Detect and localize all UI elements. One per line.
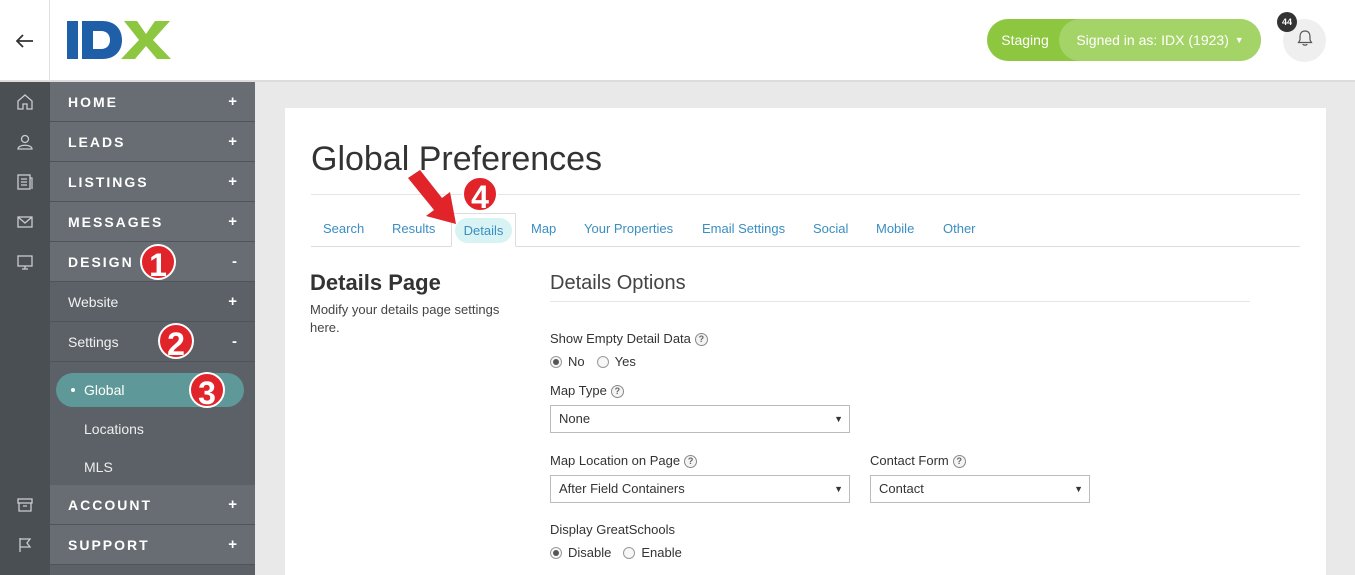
- nav-item-locations[interactable]: Locations: [84, 421, 144, 437]
- nav-item-label: HOME: [68, 94, 118, 110]
- map-type-select[interactable]: None ▼: [550, 405, 850, 433]
- sidebar-nav: HOME + LEADS + LISTINGS + MESSAGES + DES…: [50, 82, 255, 575]
- expand-icon: +: [228, 496, 237, 513]
- show-empty-radio-group: No Yes: [550, 354, 636, 369]
- help-icon[interactable]: ?: [684, 455, 698, 468]
- help-icon[interactable]: ?: [952, 455, 966, 468]
- expand-icon: +: [228, 133, 237, 150]
- radio-label: No: [568, 354, 585, 369]
- nav-item-website[interactable]: Website +: [50, 282, 255, 322]
- mail-icon[interactable]: [15, 212, 35, 232]
- icon-rail: [0, 82, 50, 575]
- caret-down-icon: ▼: [834, 484, 843, 494]
- notification-count-badge: 44: [1277, 12, 1297, 32]
- flag-icon[interactable]: [15, 535, 35, 555]
- map-type-label: Map Type?: [550, 383, 624, 398]
- tab-other[interactable]: Other: [943, 221, 976, 236]
- radio-yes[interactable]: [596, 355, 609, 368]
- bell-icon: [1296, 29, 1313, 52]
- nav-item-home[interactable]: HOME +: [50, 82, 255, 122]
- nav-item-label: LISTINGS: [68, 174, 149, 190]
- tab-search[interactable]: Search: [323, 221, 364, 236]
- staging-button[interactable]: Staging: [987, 19, 1063, 61]
- nav-item-label: DESIGN: [68, 254, 134, 270]
- radio-label: Yes: [614, 354, 636, 369]
- divider: [550, 301, 1250, 302]
- nav-item-label: Settings: [68, 334, 119, 350]
- radio-no[interactable]: [550, 355, 562, 368]
- caret-down-icon: ▼: [834, 414, 843, 424]
- red-arrow-icon: [408, 170, 456, 224]
- select-value: Contact: [879, 481, 924, 496]
- options-title: Details Options: [550, 272, 686, 294]
- section-description: Modify your details page settings here.: [310, 302, 500, 335]
- tab-email-settings[interactable]: Email Settings: [702, 221, 785, 236]
- expand-icon: +: [228, 213, 237, 230]
- nav-item-messages[interactable]: MESSAGES +: [50, 202, 255, 242]
- archive-icon[interactable]: [15, 495, 35, 515]
- radio-disable[interactable]: [550, 546, 562, 559]
- nav-item-support[interactable]: SUPPORT +: [50, 525, 255, 565]
- home-icon[interactable]: [15, 92, 35, 112]
- radio-label: Disable: [568, 545, 612, 560]
- radio-label: Enable: [641, 545, 682, 560]
- step-marker-1: 1: [140, 244, 176, 283]
- field-label-text: Show Empty Detail Data: [550, 331, 691, 346]
- idx-logo[interactable]: [66, 20, 172, 65]
- expand-icon: +: [228, 93, 237, 110]
- tab-map[interactable]: Map: [531, 221, 556, 236]
- expand-icon: +: [228, 536, 237, 553]
- top-bar: Staging Signed in as: IDX (1923) ▼ 44: [0, 0, 1355, 82]
- field-label-text: Contact Form: [870, 453, 949, 468]
- nav-item-label: MESSAGES: [68, 214, 164, 230]
- step-marker-4: 4: [462, 176, 498, 215]
- step-marker-2: 2: [158, 323, 194, 362]
- nav-item-listings[interactable]: LISTINGS +: [50, 162, 255, 202]
- arrow-left-icon: [15, 28, 34, 54]
- contact-form-select[interactable]: Contact ▼: [870, 475, 1090, 503]
- signed-in-label: Signed in as: IDX (1923): [1076, 32, 1229, 48]
- nav-item-leads[interactable]: LEADS +: [50, 122, 255, 162]
- select-value: After Field Containers: [559, 481, 685, 496]
- map-location-select[interactable]: After Field Containers ▼: [550, 475, 850, 503]
- active-dot: [71, 388, 75, 392]
- collapse-icon: -: [232, 253, 237, 270]
- step-marker-3: 3: [189, 372, 225, 411]
- tab-mobile[interactable]: Mobile: [876, 221, 914, 236]
- nav-item-label: SUPPORT: [68, 537, 150, 553]
- nav-item-label: LEADS: [68, 134, 126, 150]
- greatschools-label: Display GreatSchools: [550, 522, 675, 537]
- help-icon[interactable]: ?: [694, 333, 708, 346]
- section-title: Details Page: [310, 270, 441, 295]
- help-icon[interactable]: ?: [610, 385, 624, 398]
- account-pill: Staging Signed in as: IDX (1923) ▼: [987, 19, 1261, 61]
- nav-item-label: Global: [84, 382, 125, 398]
- collapse-icon: -: [232, 333, 237, 350]
- signed-in-dropdown[interactable]: Signed in as: IDX (1923) ▼: [1059, 19, 1261, 61]
- field-label-text: Map Location on Page: [550, 453, 681, 468]
- select-value: None: [559, 411, 591, 426]
- monitor-icon[interactable]: [15, 252, 35, 272]
- expand-icon: +: [228, 293, 237, 310]
- back-button[interactable]: [0, 0, 50, 82]
- nav-item-account[interactable]: ACCOUNT +: [50, 485, 255, 525]
- nav-item-label: Website: [68, 294, 119, 310]
- tab-social[interactable]: Social: [813, 221, 848, 236]
- expand-icon: +: [228, 173, 237, 190]
- show-empty-label: Show Empty Detail Data?: [550, 331, 708, 346]
- caret-down-icon: ▼: [1074, 484, 1083, 494]
- nav-item-settings[interactable]: Settings -: [50, 322, 255, 362]
- nav-item-mls[interactable]: MLS: [84, 459, 113, 475]
- radio-enable[interactable]: [623, 546, 636, 559]
- user-icon[interactable]: [15, 132, 35, 152]
- logo-graphic: [67, 21, 171, 59]
- field-label-text: Map Type: [550, 383, 607, 398]
- contact-form-label: Contact Form?: [870, 453, 966, 468]
- map-location-label: Map Location on Page?: [550, 453, 698, 468]
- greatschools-radio-group: Disable Enable: [550, 545, 682, 560]
- listings-icon[interactable]: [15, 172, 35, 192]
- tab-your-properties[interactable]: Your Properties: [584, 221, 673, 236]
- caret-down-icon: ▼: [1234, 35, 1244, 45]
- nav-item-label: ACCOUNT: [68, 497, 152, 513]
